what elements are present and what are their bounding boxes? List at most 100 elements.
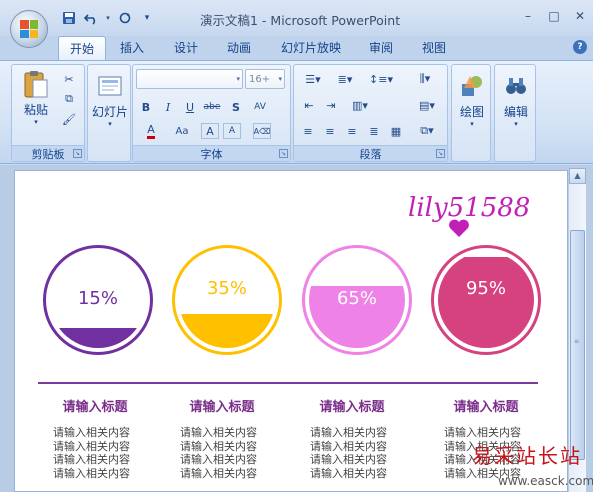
column-line: 请输入相关内容	[444, 426, 521, 439]
font-launcher-icon[interactable]: ↘	[279, 149, 288, 158]
column-title-4: 请输入标题	[453, 400, 519, 415]
ribbon: 粘贴 ▾ ✂ ⧉ 🖌 剪贴板 ↘ 幻灯片 ▾ ▾ 16+ ▾ B I U abe	[0, 60, 593, 164]
watermark-text: 易采站长站	[472, 444, 582, 468]
scrollbar-thumb[interactable]	[570, 230, 585, 460]
tab-review[interactable]: 审阅	[358, 36, 404, 60]
editing-dropdown-icon: ▾	[514, 120, 518, 128]
decrease-indent-icon[interactable]: ⇤	[299, 97, 319, 113]
numbering-icon[interactable]: ≣▾	[331, 71, 359, 87]
slides-group: 幻灯片 ▾	[87, 64, 131, 162]
increase-indent-icon[interactable]: ⇥	[321, 97, 341, 113]
change-case-icon[interactable]: Aa	[171, 123, 193, 139]
paragraph-group-label: 段落	[294, 145, 447, 161]
column-line: 请输入相关内容	[180, 439, 257, 453]
distribute-icon[interactable]: ▦	[387, 123, 405, 139]
paragraph-launcher-icon[interactable]: ↘	[436, 149, 445, 158]
scrollbar-grip-icon: ≡	[573, 338, 580, 345]
tab-animation[interactable]: 动画	[216, 36, 262, 60]
column-line: 请输入相关内容	[310, 453, 387, 466]
drawing-label: 绘图	[459, 105, 484, 119]
progress-value-2: 35%	[206, 278, 247, 299]
tab-design[interactable]: 设计	[163, 36, 209, 60]
paste-button[interactable]: 粘贴 ▾	[17, 69, 55, 126]
font-group-label: 字体	[133, 145, 290, 161]
section-divider	[38, 382, 538, 384]
strikethrough-icon[interactable]: abe	[203, 99, 221, 115]
progress-circle-3: 65%	[302, 245, 412, 355]
column-line: 请输入相关内容	[310, 466, 387, 480]
column-text-3: 请输入相关内容 请输入相关内容 请输入相关内容 请输入相关内容	[310, 426, 430, 480]
column-title-3: 请输入标题	[319, 400, 385, 415]
text-direction-icon[interactable]: ⫼▾	[412, 71, 438, 87]
undo-dropdown-icon[interactable]: ▾	[104, 9, 112, 27]
font-color-icon[interactable]: A	[139, 123, 163, 139]
align-center-icon[interactable]: ≡	[321, 123, 339, 139]
close-button[interactable]: ✕	[567, 6, 593, 26]
font-name-input[interactable]: ▾	[136, 69, 243, 89]
column-line: 请输入相关内容	[180, 453, 257, 466]
shadow-icon[interactable]: S	[227, 99, 245, 115]
progress-value-3: 65%	[336, 288, 377, 309]
scroll-up-icon[interactable]: ▲	[569, 168, 586, 184]
cut-icon[interactable]: ✂	[60, 71, 78, 87]
column-line: 请输入相关内容	[53, 426, 130, 439]
editing-button[interactable]: 编辑 ▾	[497, 71, 535, 128]
customize-qat-icon[interactable]: ▾	[138, 9, 156, 27]
columns-icon[interactable]: ▥▾	[346, 97, 374, 113]
grow-font-icon[interactable]: A	[201, 123, 219, 139]
new-slide-button[interactable]: 幻灯片 ▾	[91, 71, 129, 128]
drawing-group: 绘图 ▾	[451, 64, 491, 162]
column-title-1: 请输入标题	[62, 400, 128, 415]
help-icon[interactable]: ?	[573, 40, 587, 54]
smartart-icon[interactable]: ⧉▾	[416, 123, 438, 139]
shapes-icon	[457, 71, 487, 101]
redo-icon[interactable]	[116, 9, 134, 27]
clipboard-group: 粘贴 ▾ ✂ ⧉ 🖌 剪贴板 ↘	[11, 64, 85, 162]
line-spacing-icon[interactable]: ↕≡▾	[366, 71, 396, 87]
column-line: 请输入相关内容	[53, 453, 130, 466]
font-size-input[interactable]: 16+ ▾	[245, 69, 285, 89]
column-title-2: 请输入标题	[189, 400, 255, 415]
align-right-icon[interactable]: ≡	[343, 123, 361, 139]
binoculars-icon	[501, 71, 531, 101]
slide-label: 幻灯片	[91, 105, 128, 119]
underline-icon[interactable]: U	[181, 99, 199, 115]
char-spacing-icon[interactable]: AV	[251, 99, 269, 115]
column-line: 请输入相关内容	[310, 426, 387, 439]
copy-icon[interactable]: ⧉	[60, 91, 78, 107]
tab-view[interactable]: 视图	[411, 36, 457, 60]
minimize-button[interactable]: –	[515, 6, 541, 26]
undo-icon[interactable]	[82, 9, 100, 27]
font-name-dropdown-icon: ▾	[236, 75, 240, 83]
tab-insert[interactable]: 插入	[109, 36, 155, 60]
bullets-icon[interactable]: ☰▾	[299, 71, 327, 87]
drawing-button[interactable]: 绘图 ▾	[453, 71, 491, 128]
format-painter-icon[interactable]: 🖌	[60, 111, 78, 127]
maximize-button[interactable]: □	[541, 6, 567, 26]
quick-access-toolbar: ▾ ▾	[60, 9, 156, 27]
editing-group: 编辑 ▾	[494, 64, 536, 162]
shrink-font-icon[interactable]: A	[223, 123, 241, 139]
column-line: 请输入相关内容	[53, 439, 130, 453]
progress-fill-4	[438, 252, 534, 348]
clear-format-icon[interactable]: A⌫	[253, 123, 271, 139]
align-left-icon[interactable]: ≡	[299, 123, 317, 139]
italic-icon[interactable]: I	[159, 99, 177, 115]
paste-label: 粘贴	[23, 103, 48, 117]
progress-fill-2	[179, 252, 275, 348]
align-text-icon[interactable]: ▤▾	[416, 97, 438, 113]
tab-home[interactable]: 开始	[58, 36, 107, 60]
office-logo-icon	[20, 20, 38, 38]
justify-icon[interactable]: ≣	[365, 123, 383, 139]
save-icon[interactable]	[60, 9, 78, 27]
column-line: 请输入相关内容	[180, 466, 257, 480]
tab-slideshow[interactable]: 幻灯片放映	[270, 36, 352, 60]
clipboard-launcher-icon[interactable]: ↘	[73, 149, 82, 158]
office-button[interactable]	[10, 10, 48, 48]
heart-icon	[449, 219, 469, 237]
font-size-dropdown-icon: ▾	[278, 75, 282, 83]
bold-icon[interactable]: B	[137, 99, 155, 115]
column-text-1: 请输入相关内容 请输入相关内容 请输入相关内容 请输入相关内容	[53, 426, 173, 480]
column-line: 请输入相关内容	[53, 466, 130, 480]
drawing-dropdown-icon: ▾	[470, 120, 474, 128]
